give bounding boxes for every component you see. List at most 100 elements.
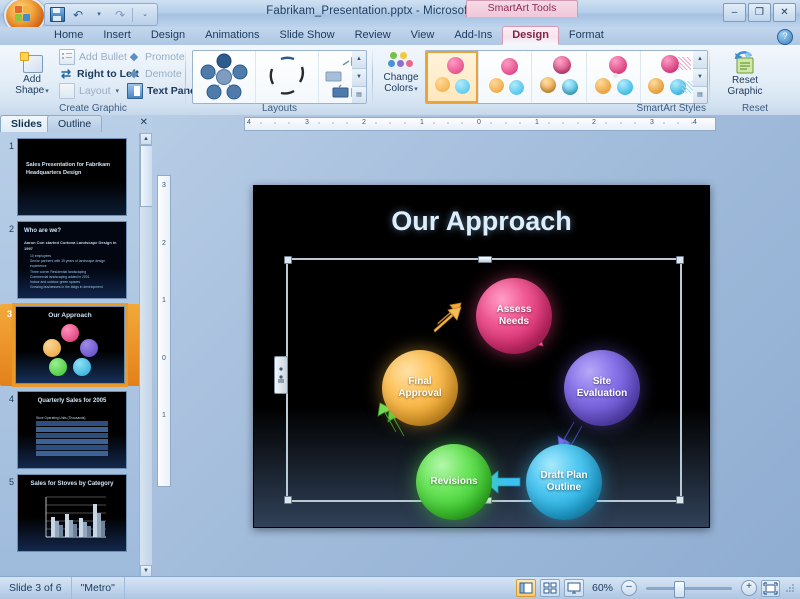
- tab-slide-show[interactable]: Slide Show: [270, 26, 345, 45]
- style-preview-icon: [426, 51, 478, 103]
- tab-slides[interactable]: Slides: [0, 115, 53, 132]
- powerpoint-window: ↶ ▾ ↷ ⌄ Fabrikam_Presentation.pptx - Mic…: [0, 0, 800, 599]
- slides-pane: Slides Outline ✕ 1 Sales Presentation fo…: [0, 115, 154, 577]
- gallery-scroll-down-button[interactable]: ▼: [352, 69, 366, 87]
- list-item[interactable]: 1 Sales Presentation for Fabrikam Headqu…: [2, 138, 140, 216]
- smartart-style-moderate-effect[interactable]: [586, 51, 641, 103]
- view-normal-button[interactable]: [515, 579, 536, 597]
- tab-insert[interactable]: Insert: [93, 26, 141, 45]
- reset-graphic-button[interactable]: Reset Graphic: [720, 48, 770, 106]
- zoom-level-label: 60%: [591, 582, 613, 594]
- help-icon[interactable]: ?: [777, 29, 793, 45]
- smartart-node-final-approval[interactable]: Final Approval: [382, 350, 458, 426]
- close-button[interactable]: ✕: [773, 3, 796, 22]
- slides-pane-scrollbar[interactable]: ▲ ▼: [139, 133, 154, 577]
- text-pane-handle[interactable]: [274, 356, 288, 394]
- slide-sorter-icon: [543, 582, 557, 594]
- close-pane-icon[interactable]: ✕: [140, 117, 148, 128]
- group-label-create-graphic: Create Graphic: [59, 103, 127, 114]
- add-shape-label-line2-row: Shape▾: [15, 85, 48, 97]
- slide-number: 2: [8, 224, 14, 234]
- node-label-line1: Draft Plan: [540, 470, 588, 481]
- basic-cycle-preview-icon: [269, 56, 304, 95]
- view-slide-show-button[interactable]: [563, 579, 584, 597]
- thumbnail-smartart-3: [16, 307, 124, 383]
- slide-canvas[interactable]: Our Approach Assess Needs Site Evaluatio…: [253, 185, 710, 528]
- tab-smartart-format[interactable]: Format: [559, 26, 614, 45]
- smartart-node-assess-needs[interactable]: Assess Needs: [476, 278, 552, 354]
- maximize-button[interactable]: ❐: [748, 3, 771, 22]
- add-bullet-icon: [59, 48, 75, 65]
- title-bar: ↶ ▾ ↷ ⌄ Fabrikam_Presentation.pptx - Mic…: [0, 0, 800, 34]
- smartart-node-revisions[interactable]: Revisions: [416, 444, 492, 520]
- slide-thumbnail-2[interactable]: Who are we? Aaron Con started Cortona La…: [17, 221, 127, 299]
- smartart-style-subtle-effect[interactable]: [532, 51, 587, 103]
- layout-thumb-basic-radial[interactable]: [193, 51, 256, 103]
- view-slide-sorter-button[interactable]: [539, 579, 560, 597]
- gallery-more-button[interactable]: ▤: [693, 87, 707, 103]
- layout-thumb-block-cycle[interactable]: [319, 51, 353, 103]
- zoom-out-button[interactable]: –: [621, 580, 637, 596]
- resize-grip-icon[interactable]: [784, 582, 796, 594]
- add-shape-label-line1: Add: [23, 74, 41, 85]
- tab-outline[interactable]: Outline: [46, 115, 103, 132]
- layout-icon: [59, 82, 75, 99]
- slide-title[interactable]: Our Approach: [254, 206, 709, 237]
- smartart-style-simple-fill[interactable]: [426, 51, 480, 103]
- layout-thumb-basic-cycle[interactable]: [256, 51, 319, 103]
- zoom-in-button[interactable]: +: [741, 580, 757, 596]
- right-to-left-icon: ⇄: [60, 66, 72, 81]
- zoom-slider-thumb[interactable]: [674, 580, 685, 598]
- smartart-style-white-outline[interactable]: [479, 51, 533, 103]
- tab-add-ins[interactable]: Add-Ins: [444, 26, 502, 45]
- thumbnail-title-1: Sales Presentation for Fabrikam Headquar…: [26, 162, 111, 176]
- list-item[interactable]: 3 Our Approach: [0, 303, 140, 387]
- list-item[interactable]: 5 Sales for Stoves by Category: [2, 474, 140, 552]
- smartart-node-site-evaluation[interactable]: Site Evaluation: [564, 350, 640, 426]
- status-theme-name[interactable]: "Metro": [72, 577, 125, 599]
- horizontal-ruler[interactable]: 4 3 2 1 0 1 2 3 4: [244, 117, 716, 131]
- zoom-slider-track[interactable]: [646, 580, 732, 598]
- status-bar: Slide 3 of 6 "Metro" 60% – +: [0, 576, 800, 599]
- vertical-ruler[interactable]: 3 2 1 0 1: [157, 175, 171, 487]
- tab-design[interactable]: Design: [141, 26, 195, 45]
- change-colors-button[interactable]: Change Colors▾: [377, 48, 425, 104]
- gallery-scroll-up-button[interactable]: ▲: [693, 51, 707, 69]
- gallery-scroll-down-button[interactable]: ▼: [693, 69, 707, 87]
- tab-view[interactable]: View: [401, 26, 445, 45]
- slide-thumbnail-3[interactable]: Our Approach: [12, 303, 128, 387]
- smartart-style-intense-effect[interactable]: [640, 51, 694, 103]
- ruler-tick: 1: [162, 412, 166, 419]
- slide-thumbnail-4[interactable]: Quarterly Sales for 2005 Store Operating…: [17, 391, 127, 469]
- layouts-gallery[interactable]: [192, 50, 354, 104]
- contextual-tab-label: SmartArt Tools: [487, 2, 557, 14]
- minimize-button[interactable]: –: [723, 3, 746, 22]
- smartart-styles-gallery[interactable]: [425, 50, 695, 104]
- tab-review[interactable]: Review: [345, 26, 401, 45]
- tab-home[interactable]: Home: [44, 26, 93, 45]
- smartart-frame[interactable]: Assess Needs Site Evaluation Draft Plan …: [274, 256, 684, 520]
- tab-smartart-design[interactable]: Design: [502, 26, 559, 45]
- slide-thumbnail-1[interactable]: Sales Presentation for Fabrikam Headquar…: [17, 138, 127, 216]
- change-colors-label-line2-row: Colors▾: [384, 83, 417, 95]
- ribbon-group-layouts: ▲ ▼ ▤ Layouts: [186, 45, 373, 115]
- style-preview-icon: [641, 51, 694, 103]
- tab-animations[interactable]: Animations: [195, 26, 269, 45]
- fit-to-window-button[interactable]: [761, 579, 780, 597]
- list-item[interactable]: 4 Quarterly Sales for 2005 Store Operati…: [2, 391, 140, 469]
- status-slide-indicator[interactable]: Slide 3 of 6: [0, 577, 72, 599]
- ribbon-group-reset: Reset Graphic Reset: [710, 45, 800, 115]
- node-label-line1: Assess: [496, 304, 532, 315]
- list-item[interactable]: 2 Who are we? Aaron Con started Cortona …: [2, 221, 140, 299]
- slide-thumbnail-5[interactable]: Sales for Stoves by Category: [17, 474, 127, 552]
- gallery-more-button[interactable]: ▤: [352, 87, 366, 103]
- ruler-minor-ticks: [260, 122, 693, 124]
- gallery-scroll-up-button[interactable]: ▲: [352, 51, 366, 69]
- layouts-gallery-scroll: ▲ ▼ ▤: [352, 50, 367, 104]
- smartart-node-draft-plan-outline[interactable]: Draft Plan Outline: [526, 444, 602, 520]
- ribbon-group-smartart-styles: Change Colors▾ ▲ ▼ ▤ SmartArt Styles: [373, 45, 710, 115]
- scroll-up-arrow-icon[interactable]: ▲: [140, 133, 152, 145]
- add-shape-button[interactable]: Add Shape▾: [8, 48, 56, 104]
- window-controls: – ❐ ✕: [723, 3, 796, 22]
- node-label: Final Approval: [398, 376, 441, 400]
